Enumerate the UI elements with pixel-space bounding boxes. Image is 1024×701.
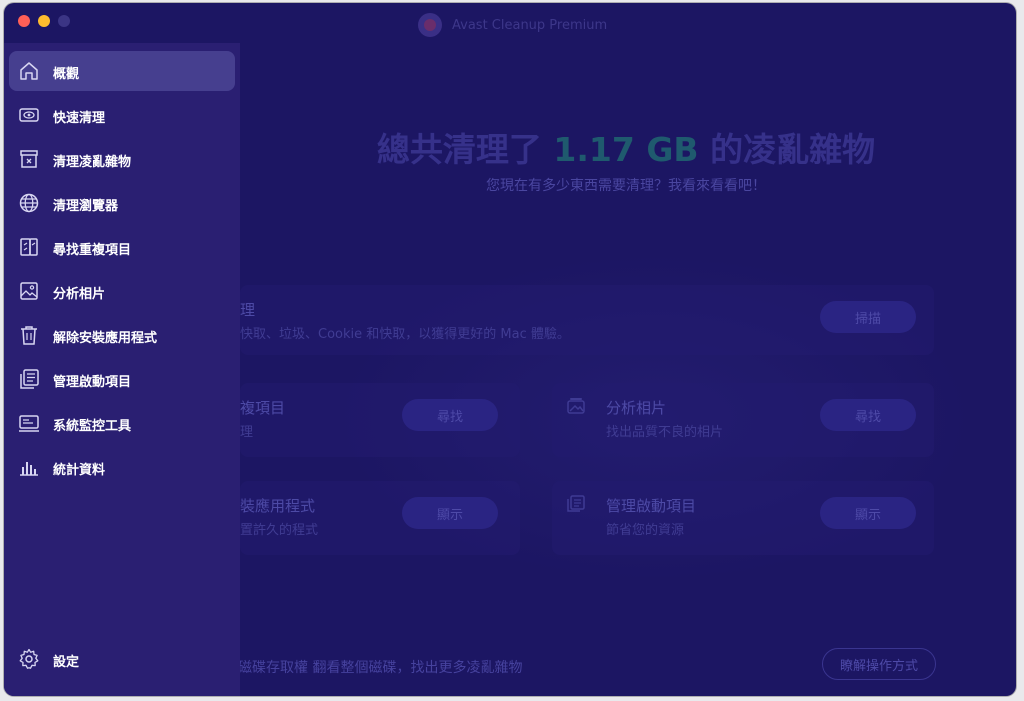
trash-icon xyxy=(18,324,40,346)
sidebar-item-label: 尋找重複項目 xyxy=(53,243,132,258)
headline-suffix: 的凌亂雜物 xyxy=(710,130,876,169)
avast-logo-icon xyxy=(418,13,442,37)
photo-icon xyxy=(18,280,40,302)
startup-items-icon xyxy=(18,368,40,390)
photo-icon xyxy=(566,397,586,415)
monitor-icon xyxy=(18,412,40,434)
photos-desc: 找出品質不良的相片 xyxy=(606,425,724,440)
sidebar-item-quick-clean[interactable]: 快速清理 xyxy=(9,95,235,135)
sidebar-item-settings[interactable]: 設定 xyxy=(9,639,235,679)
headline-prefix: 總共清理了 xyxy=(376,130,542,169)
minimize-window-button[interactable] xyxy=(38,15,50,27)
sidebar-item-label: 統計資料 xyxy=(53,463,106,478)
eye-icon xyxy=(18,104,40,126)
startup-desc: 節省您的資源 xyxy=(606,523,685,538)
duplicates-icon xyxy=(18,236,40,258)
title-bar: Avast Cleanup Premium xyxy=(4,3,1016,43)
sidebar-item-label: 概觀 xyxy=(53,67,80,82)
show-startup-button[interactable]: 顯示 xyxy=(820,497,916,529)
find-photos-button[interactable]: 尋找 xyxy=(820,399,916,431)
sidebar-item-analyze-photos[interactable]: 分析相片 xyxy=(9,271,235,311)
bar-chart-icon xyxy=(18,456,40,478)
sidebar-item-clean-browser[interactable]: 清理瀏覽器 xyxy=(9,183,235,223)
sidebar-item-label: 管理啟動項目 xyxy=(53,375,132,390)
close-window-button[interactable] xyxy=(18,15,30,27)
sidebar-item-label: 系統監控工具 xyxy=(53,419,132,434)
cleaned-amount: 1.17 GB xyxy=(553,130,699,169)
zoom-window-button[interactable] xyxy=(58,15,70,27)
junk-box-icon xyxy=(18,148,40,170)
duplicates-desc: 理 xyxy=(240,425,254,440)
settings-label: 設定 xyxy=(53,655,80,670)
sidebar-item-startup-items[interactable]: 管理啟動項目 xyxy=(9,359,235,399)
sidebar-item-uninstall-apps[interactable]: 解除安裝應用程式 xyxy=(9,315,235,355)
uninstall-title: 裝應用程式 xyxy=(240,497,316,515)
home-icon xyxy=(18,60,40,82)
sidebar-item-clean-junk[interactable]: 清理凌亂雜物 xyxy=(9,139,235,179)
globe-icon xyxy=(18,192,40,214)
photos-title: 分析相片 xyxy=(606,399,667,417)
learn-how-button[interactable]: 瞭解操作方式 xyxy=(822,648,936,680)
page-headline: 總共清理了 1.17 GB 的凌亂雜物 xyxy=(240,123,1012,171)
sidebar-item-label: 分析相片 xyxy=(53,287,106,302)
sidebar-item-statistics[interactable]: 統計資料 xyxy=(9,447,235,487)
startup-title: 管理啟動項目 xyxy=(606,497,697,515)
sidebar-item-label: 解除安裝應用程式 xyxy=(53,331,158,346)
disk-access-notice: 磁碟存取權 翻看整個磁碟，找出更多凌亂雜物 xyxy=(238,660,523,676)
app-window: 總共清理了 1.17 GB 的凌亂雜物 您現在有多少東西需要清理？我看來看看吧！… xyxy=(4,3,1016,696)
sidebar-item-label: 清理瀏覽器 xyxy=(53,199,119,214)
uninstall-desc: 置許久的程式 xyxy=(240,523,319,538)
show-uninstall-button[interactable]: 顯示 xyxy=(402,497,498,529)
quick-clean-desc: 快取、垃圾、Cookie 和快取，以獲得更好的 Mac 體驗。 xyxy=(240,327,570,342)
scan-button[interactable]: 掃描 xyxy=(820,301,916,333)
find-duplicates-button[interactable]: 尋找 xyxy=(402,399,498,431)
duplicates-title: 複項目 xyxy=(240,399,286,417)
sidebar-item-label: 快速清理 xyxy=(53,111,106,126)
sidebar-item-overview[interactable]: 概觀 xyxy=(9,51,235,91)
sidebar: 概觀 快速清理 清理凌亂雜物 清理瀏覽器 尋找重複項目 分析相片 解除安裝應用程… xyxy=(4,43,240,696)
page-subtitle: 您現在有多少東西需要清理？我看來看看吧！ xyxy=(486,178,766,194)
sidebar-item-label: 清理凌亂雜物 xyxy=(53,155,132,170)
quick-clean-title: 理 xyxy=(240,301,256,319)
startup-items-icon xyxy=(566,495,586,513)
gear-icon xyxy=(18,648,40,670)
sidebar-item-find-duplicates[interactable]: 尋找重複項目 xyxy=(9,227,235,267)
sidebar-item-system-monitor[interactable]: 系統監控工具 xyxy=(9,403,235,443)
app-title-text: Avast Cleanup Premium xyxy=(452,17,608,33)
app-title: Avast Cleanup Premium xyxy=(418,13,607,37)
